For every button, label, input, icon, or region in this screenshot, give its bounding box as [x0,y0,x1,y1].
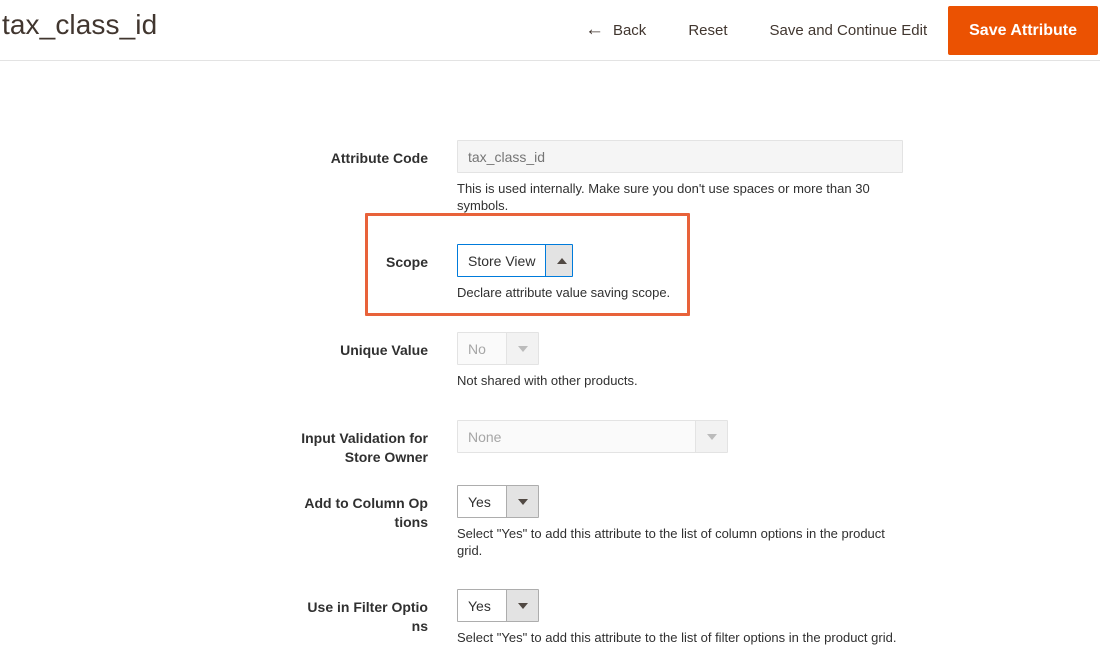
field-label-attribute-code: Attribute Code [330,150,428,166]
field-attribute-code: Attribute Code This is used internally. … [300,140,903,214]
save-attribute-label: Save Attribute [969,21,1077,39]
field-control-unique-value: No Not shared with other products. [457,332,638,389]
page-title: tax_class_id [2,9,158,40]
field-note-scope: Declare attribute value saving scope. [457,285,671,300]
field-control-use-in-filter-options: Yes Select "Yes" to add this attribute t… [457,589,907,646]
scope-select-value: Store View [458,245,546,276]
arrow-left-icon: ← [584,18,604,40]
back-button-label: Back [612,21,647,39]
field-use-in-filter-options: Use in Filter Options Yes Select "Yes" t… [300,589,907,646]
back-button[interactable]: ← Back [564,13,667,47]
reset-button-label: Reset [688,21,728,39]
field-note-attribute-code: This is used internally. Make sure you d… [457,181,870,213]
attribute-code-input[interactable] [457,140,903,173]
field-note-use-in-filter-options: Select "Yes" to add this attribute to th… [457,630,897,645]
chevron-down-icon[interactable] [506,590,538,621]
field-unique-value: Unique Value No Not shared with other pr… [300,332,638,389]
scope-select[interactable]: Store View [457,244,573,277]
field-input-validation: Input Validation for Store Owner None [300,420,728,467]
chevron-down-icon[interactable] [695,421,727,452]
field-control-input-validation: None [457,420,728,453]
add-to-column-options-select-value: Yes [458,486,506,517]
chevron-down-icon[interactable] [506,486,538,517]
field-scope: Scope Store View Declare attribute value… [300,244,670,301]
input-validation-select[interactable]: None [457,420,728,453]
use-in-filter-options-select-value: Yes [458,590,506,621]
page-header: tax_class_id ← Back Reset Save and Conti… [0,0,1100,61]
field-label-unique-value: Unique Value [340,342,428,358]
save-and-continue-edit-label: Save and Continue Edit [769,21,928,39]
chevron-up-icon[interactable] [545,245,572,276]
field-label-input-validation: Input Validation for Store Owner [301,430,428,465]
field-control-add-to-column-options: Yes Select "Yes" to add this attribute t… [457,485,887,559]
chevron-down-icon[interactable] [506,333,538,364]
field-note-unique-value: Not shared with other products. [457,373,638,388]
field-note-add-to-column-options: Select "Yes" to add this attribute to th… [457,526,885,558]
unique-value-select-value: No [458,333,506,364]
field-add-to-column-options: Add to Column Options Yes Select "Yes" t… [300,485,887,559]
field-label-use-in-filter-options: Use in Filter Options [307,599,428,634]
field-label-add-to-column-options: Add to Column Options [304,495,428,530]
field-label-scope: Scope [385,254,428,270]
save-and-continue-edit-button[interactable]: Save and Continue Edit [749,13,949,47]
field-control-attribute-code: This is used internally. Make sure you d… [457,140,903,214]
reset-button[interactable]: Reset [667,13,748,47]
save-attribute-button[interactable]: Save Attribute [948,6,1098,55]
input-validation-select-value: None [458,421,695,452]
field-control-scope: Store View Declare attribute value savin… [457,244,670,301]
unique-value-select[interactable]: No [457,332,539,365]
add-to-column-options-select[interactable]: Yes [457,485,539,518]
page-actions-toolbar: ← Back Reset Save and Continue Edit Save… [564,0,1100,61]
